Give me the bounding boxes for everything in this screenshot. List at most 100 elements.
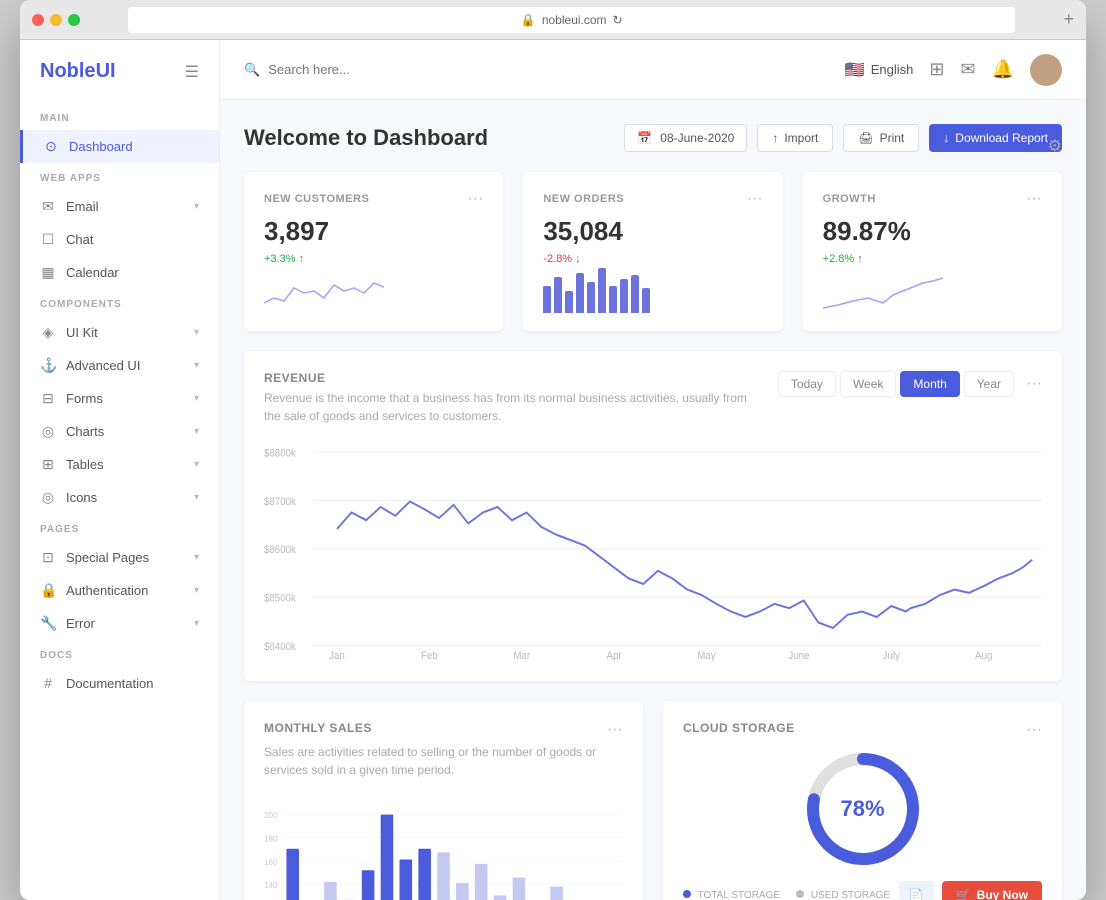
chevron-down-icon: ▾ <box>194 426 199 437</box>
buy-now-button[interactable]: 🛒 Buy Now <box>942 881 1042 900</box>
sidebar-item-calendar[interactable]: ▦ Calendar <box>20 256 219 289</box>
chevron-down-icon: ▾ <box>194 585 199 596</box>
sidebar-item-documentation[interactable]: # Documentation <box>20 667 219 699</box>
close-button[interactable] <box>32 14 44 26</box>
cloud-storage-content: 78% TOTAL STORAGE <box>683 749 1042 900</box>
cloud-storage-card: CLOUD STORAGE ··· 78% <box>663 701 1062 900</box>
growth-sparkline-svg <box>823 273 943 313</box>
more-icon[interactable]: ··· <box>1026 375 1042 393</box>
settings-icon[interactable]: ⚙ <box>1048 136 1062 156</box>
legend-used: USED STORAGE <box>796 890 890 900</box>
more-icon[interactable]: ··· <box>747 190 763 208</box>
hamburger-icon[interactable]: ☰ <box>185 62 199 82</box>
sidebar-item-special-pages[interactable]: ⊡ Special Pages ▾ <box>20 541 219 574</box>
tab-today[interactable]: Today <box>778 371 836 397</box>
print-button[interactable]: 🖨 Print <box>843 124 919 152</box>
maximize-button[interactable] <box>68 14 80 26</box>
sidebar-item-authentication[interactable]: 🔒 Authentication ▾ <box>20 574 219 607</box>
doc-button[interactable]: 📄 <box>899 881 934 900</box>
sidebar-label-icons: Icons <box>66 490 97 505</box>
top-nav: 🔍 🇺🇸 English ⊞ ✉ 🔔 <box>220 40 1086 100</box>
sidebar-label-uikit: UI Kit <box>66 325 98 340</box>
tables-icon: ⊞ <box>40 456 56 473</box>
cloud-legend: TOTAL STORAGE USED STORAGE <box>683 890 890 900</box>
search-icon: 🔍 <box>244 62 260 78</box>
flag-icon: 🇺🇸 <box>845 60 865 80</box>
monthly-sales-card: MONTHLY SALES ··· Sales are activities r… <box>244 701 643 900</box>
svg-text:Jan: Jan <box>329 650 345 661</box>
refresh-icon[interactable]: ↻ <box>613 13 623 27</box>
sidebar-item-dashboard[interactable]: ⊙ Dashboard <box>20 130 219 163</box>
download-icon: ↓ <box>943 131 949 145</box>
revenue-tab-group: Today Week Month Year <box>778 371 1014 397</box>
sidebar-label-chat: Chat <box>66 232 93 247</box>
monthly-sales-svg: 200 180 160 140 120 <box>264 789 623 900</box>
more-icon[interactable]: ··· <box>467 190 483 208</box>
stat-value-customers: 3,897 <box>264 216 483 247</box>
sidebar-item-error[interactable]: 🔧 Error ▾ <box>20 607 219 640</box>
stat-card-customers: NEW CUSTOMERS ··· 3,897 +3.3% ↑ <box>244 172 503 331</box>
charts-icon: ◎ <box>40 423 56 440</box>
sidebar-section-components: COMPONENTS <box>20 289 219 316</box>
revenue-title: REVENUE <box>264 371 764 385</box>
tab-year[interactable]: Year <box>964 371 1014 397</box>
minimize-button[interactable] <box>50 14 62 26</box>
svg-text:Apr: Apr <box>607 650 623 661</box>
stat-change-orders: -2.8% ↓ <box>543 253 762 265</box>
doc-icon: 📄 <box>909 888 924 900</box>
cloud-actions: 📄 🛒 Buy Now <box>899 881 1042 900</box>
sidebar-item-icons[interactable]: ◎ Icons ▾ <box>20 481 219 514</box>
bell-icon[interactable]: 🔔 <box>992 59 1014 80</box>
chevron-down-icon: ▾ <box>194 201 199 212</box>
more-icon[interactable]: ··· <box>1026 190 1042 208</box>
lock-icon: 🔒 <box>521 13 536 27</box>
sparkline-svg <box>264 273 384 313</box>
sidebar-item-uikit[interactable]: ◈ UI Kit ▾ <box>20 316 219 349</box>
sidebar-item-charts[interactable]: ◎ Charts ▾ <box>20 415 219 448</box>
sidebar-item-forms[interactable]: ⊟ Forms ▾ <box>20 382 219 415</box>
avatar[interactable] <box>1030 54 1062 86</box>
docs-icon: # <box>40 675 56 691</box>
sidebar-item-tables[interactable]: ⊞ Tables ▾ <box>20 448 219 481</box>
icons-icon: ◎ <box>40 489 56 506</box>
sidebar-item-advanced-ui[interactable]: ⚓ Advanced UI ▾ <box>20 349 219 382</box>
svg-text:$8500k: $8500k <box>264 593 297 605</box>
sidebar-item-chat[interactable]: ☐ Chat <box>20 223 219 256</box>
bottom-row: MONTHLY SALES ··· Sales are activities r… <box>244 701 1062 900</box>
grid-icon[interactable]: ⊞ <box>929 59 944 80</box>
new-tab-button[interactable]: + <box>1063 9 1074 30</box>
main-content: 🔍 🇺🇸 English ⊞ ✉ 🔔 We <box>220 40 1086 900</box>
print-icon: 🖨 <box>858 131 873 145</box>
svg-text:$8400k: $8400k <box>264 642 297 654</box>
legend-total: TOTAL STORAGE <box>683 890 780 900</box>
import-button[interactable]: ↑ Import <box>757 124 833 152</box>
legend-dot-used <box>796 890 804 898</box>
svg-text:July: July <box>883 650 901 661</box>
revenue-desc: Revenue is the income that a business ha… <box>264 389 764 425</box>
tab-week[interactable]: Week <box>840 371 896 397</box>
mail-icon[interactable]: ✉ <box>960 59 975 80</box>
advanced-ui-icon: ⚓ <box>40 357 56 374</box>
sidebar-logo: NobleUI ☰ <box>20 60 219 103</box>
stat-value-orders: 35,084 <box>543 216 762 247</box>
more-icon[interactable]: ··· <box>607 721 623 739</box>
donut-chart: 78% <box>803 749 923 869</box>
sparkline-customers <box>264 273 483 313</box>
language-selector[interactable]: 🇺🇸 English <box>845 60 914 80</box>
svg-text:June: June <box>788 650 809 661</box>
browser-window: 🔒 nobleui.com ↻ + NobleUI ☰ MAIN ⊙ Dashb… <box>20 0 1086 900</box>
sidebar-item-email[interactable]: ✉ Email ▾ <box>20 190 219 223</box>
download-report-button[interactable]: ↓ Download Report <box>929 124 1062 152</box>
svg-text:May: May <box>697 650 716 661</box>
more-icon[interactable]: ··· <box>1026 721 1042 739</box>
dashboard-header: Welcome to Dashboard 📅 08-June-2020 ↑ Im… <box>244 124 1062 152</box>
search-input[interactable] <box>268 62 428 77</box>
search-box: 🔍 <box>244 62 428 78</box>
special-pages-icon: ⊡ <box>40 549 56 566</box>
date-picker[interactable]: 📅 08-June-2020 <box>624 124 747 152</box>
revenue-chart: $8800k $8700k $8600k $8500k $8400k <box>264 441 1042 661</box>
sidebar-label-charts: Charts <box>66 424 104 439</box>
stat-change-customers: +3.3% ↑ <box>264 253 483 265</box>
tab-month[interactable]: Month <box>900 371 959 397</box>
sidebar-label-advanced-ui: Advanced UI <box>66 358 140 373</box>
